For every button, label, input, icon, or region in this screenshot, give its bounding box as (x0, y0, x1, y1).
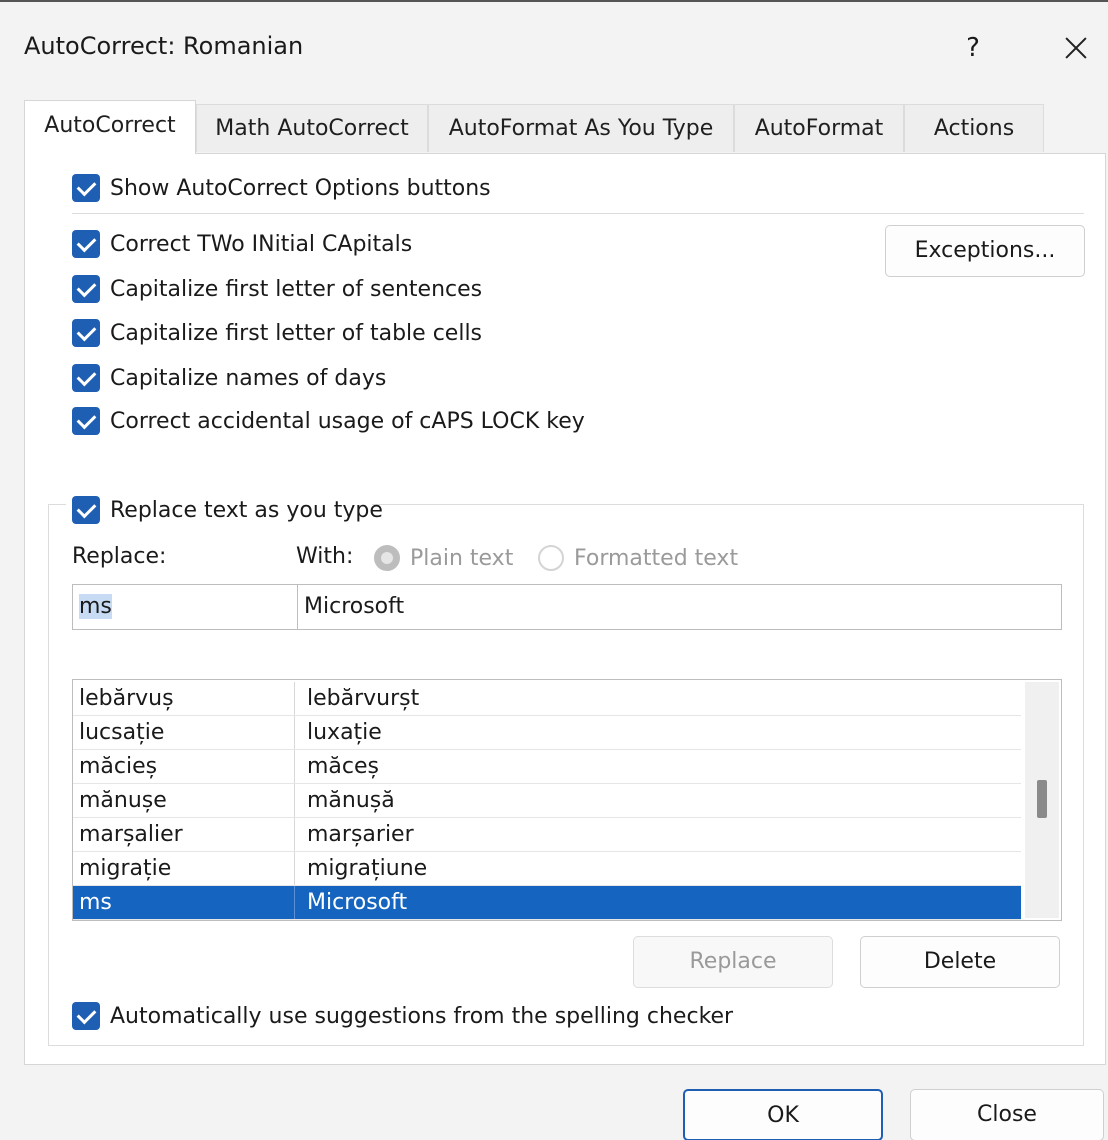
entry-with-cell: luxație (307, 720, 382, 745)
tab-math-autocorrect[interactable]: Math AutoCorrect (196, 104, 428, 152)
checkbox-label: Capitalize first letter of table cells (110, 320, 483, 346)
entry-with-cell: marșarier (307, 822, 414, 847)
two-initial-capitals-checkbox[interactable]: Correct TWo INitial CApitals (72, 230, 412, 258)
checkbox-label: Show AutoCorrect Options buttons (110, 175, 491, 201)
tab-strip: AutoCorrect Math AutoCorrect AutoFormat … (24, 100, 1044, 154)
replace-text-checkbox[interactable]: Replace text as you type (72, 496, 383, 524)
title-bar: AutoCorrect: Romanian ? (0, 2, 1108, 90)
divider (72, 213, 1084, 214)
entry-replace-cell: lebărvuș (73, 682, 295, 715)
spelling-suggestions-checkbox[interactable]: Automatically use suggestions from the s… (72, 1002, 733, 1030)
tab-actions[interactable]: Actions (904, 104, 1044, 152)
checkbox-checked-icon (72, 407, 100, 435)
close-button[interactable]: Close (910, 1089, 1104, 1140)
list-scrollbar[interactable] (1025, 682, 1059, 918)
exceptions-button[interactable]: Exceptions... (885, 225, 1085, 277)
radio-unselected-icon (538, 545, 564, 571)
autocorrect-dialog: AutoCorrect: Romanian ? AutoCorrect Math… (0, 0, 1108, 1140)
replace-label: Replace: (72, 544, 167, 569)
with-input[interactable]: Microsoft (297, 584, 1062, 630)
checkbox-label: Correct accidental usage of cAPS LOCK ke… (110, 408, 585, 434)
checkbox-checked-icon (72, 1002, 100, 1030)
capitalize-table-cells-checkbox[interactable]: Capitalize first letter of table cells (72, 319, 482, 347)
entry-replace-cell: mănușe (73, 784, 295, 817)
tab-autoformat[interactable]: AutoFormat (734, 104, 904, 152)
entry-replace-cell: marșalier (73, 818, 295, 851)
entry-with-cell: Microsoft (307, 890, 408, 915)
list-item[interactable]: migrație migrațiune (73, 852, 1021, 886)
entry-replace-cell: ms (73, 886, 295, 919)
entry-replace-cell: lucsație (73, 716, 295, 749)
capitalize-days-checkbox[interactable]: Capitalize names of days (72, 364, 386, 392)
checkbox-label: Automatically use suggestions from the s… (110, 1003, 734, 1029)
checkbox-checked-icon (72, 275, 100, 303)
replace-button[interactable]: Replace (633, 936, 833, 988)
checkbox-label: Capitalize names of days (110, 365, 387, 391)
autocorrect-entries-list[interactable]: lebărvuș lebărvurșt lucsație luxație măc… (72, 679, 1062, 921)
checkbox-label: Capitalize first letter of sentences (110, 276, 483, 302)
checkbox-checked-icon (72, 364, 100, 392)
list-item-selected[interactable]: ms Microsoft (73, 886, 1021, 920)
radio-label: Formatted text (574, 545, 739, 571)
entry-with-cell: măceș (307, 754, 380, 779)
with-label: With: (296, 544, 354, 569)
entry-with-cell: lebărvurșt (307, 686, 420, 711)
checkbox-checked-icon (72, 319, 100, 347)
list-item[interactable]: marșalier marșarier (73, 818, 1021, 852)
dialog-title: AutoCorrect: Romanian (24, 32, 304, 60)
scrollbar-thumb[interactable] (1037, 780, 1047, 818)
checkbox-checked-icon (72, 230, 100, 258)
tab-autocorrect[interactable]: AutoCorrect (24, 100, 196, 154)
replace-input-value: ms (79, 594, 112, 619)
delete-button[interactable]: Delete (860, 936, 1060, 988)
plain-text-radio[interactable]: Plain text (374, 545, 513, 571)
list-item[interactable]: lebărvuș lebărvurșt (73, 682, 1021, 716)
formatted-text-radio[interactable]: Formatted text (538, 545, 738, 571)
close-icon[interactable] (1056, 28, 1096, 68)
radio-selected-icon (374, 545, 400, 571)
show-options-buttons-checkbox[interactable]: Show AutoCorrect Options buttons (72, 174, 491, 202)
replace-input[interactable]: ms (72, 584, 298, 630)
list-item[interactable]: măcieș măceș (73, 750, 1021, 784)
list-item[interactable]: mănușe mănușă (73, 784, 1021, 818)
capitalize-sentences-checkbox[interactable]: Capitalize first letter of sentences (72, 275, 482, 303)
entry-replace-cell: măcieș (73, 750, 295, 783)
entry-with-cell: migrațiune (307, 856, 428, 881)
radio-label: Plain text (410, 545, 514, 571)
checkbox-checked-icon (72, 174, 100, 202)
checkbox-label: Replace text as you type (110, 497, 383, 523)
list-item[interactable]: lucsație luxație (73, 716, 1021, 750)
entry-replace-cell: migrație (73, 852, 295, 885)
ok-button[interactable]: OK (683, 1089, 883, 1140)
help-button[interactable]: ? (956, 28, 990, 68)
checkbox-label: Correct TWo INitial CApitals (110, 231, 413, 257)
entry-with-cell: mănușă (307, 788, 395, 813)
caps-lock-checkbox[interactable]: Correct accidental usage of cAPS LOCK ke… (72, 407, 585, 435)
checkbox-checked-icon (72, 496, 100, 524)
tab-autoformat-as-you-type[interactable]: AutoFormat As You Type (428, 104, 734, 152)
